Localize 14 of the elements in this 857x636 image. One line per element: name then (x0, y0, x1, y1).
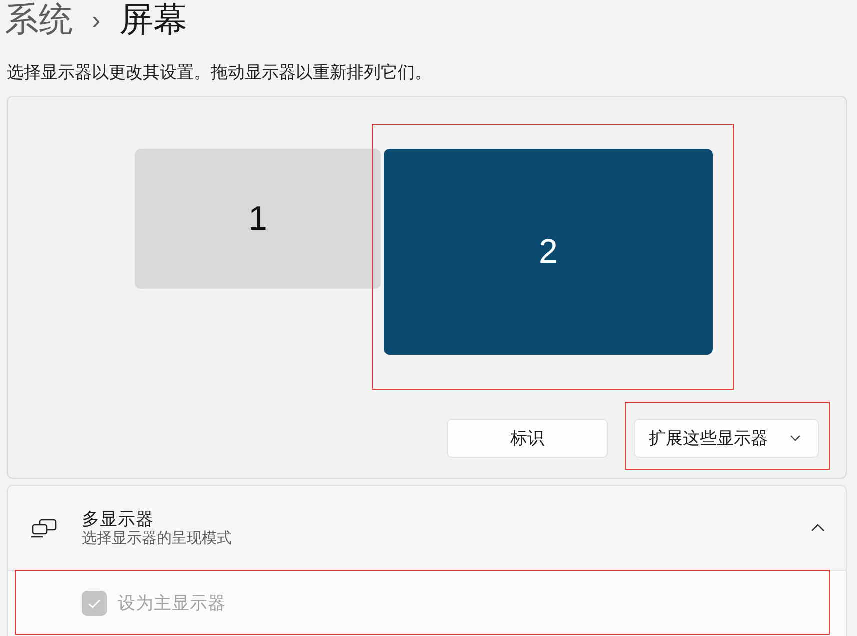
multiple-displays-icon (31, 518, 57, 538)
section-title: 多显示器 (82, 508, 154, 530)
breadcrumb-link[interactable]: 系统 (5, 0, 73, 40)
page-title: 屏幕 (120, 0, 188, 40)
description-text: 选择显示器以更改其设置。拖动显示器以重新排列它们。 (7, 63, 432, 83)
identify-button[interactable]: 标识 (447, 419, 608, 458)
chevron-down-icon (790, 435, 801, 442)
section-subtitle: 选择显示器的呈现模式 (82, 530, 232, 548)
monitor-tile[interactable]: 1 (135, 149, 381, 289)
mode-dropdown[interactable]: 扩展这些显示器 (634, 419, 819, 458)
checkbox-label: 设为主显示器 (118, 592, 226, 616)
breadcrumb-separator: › (92, 4, 101, 37)
monitor-tile[interactable]: 2 (384, 149, 713, 355)
check-icon (88, 598, 101, 608)
